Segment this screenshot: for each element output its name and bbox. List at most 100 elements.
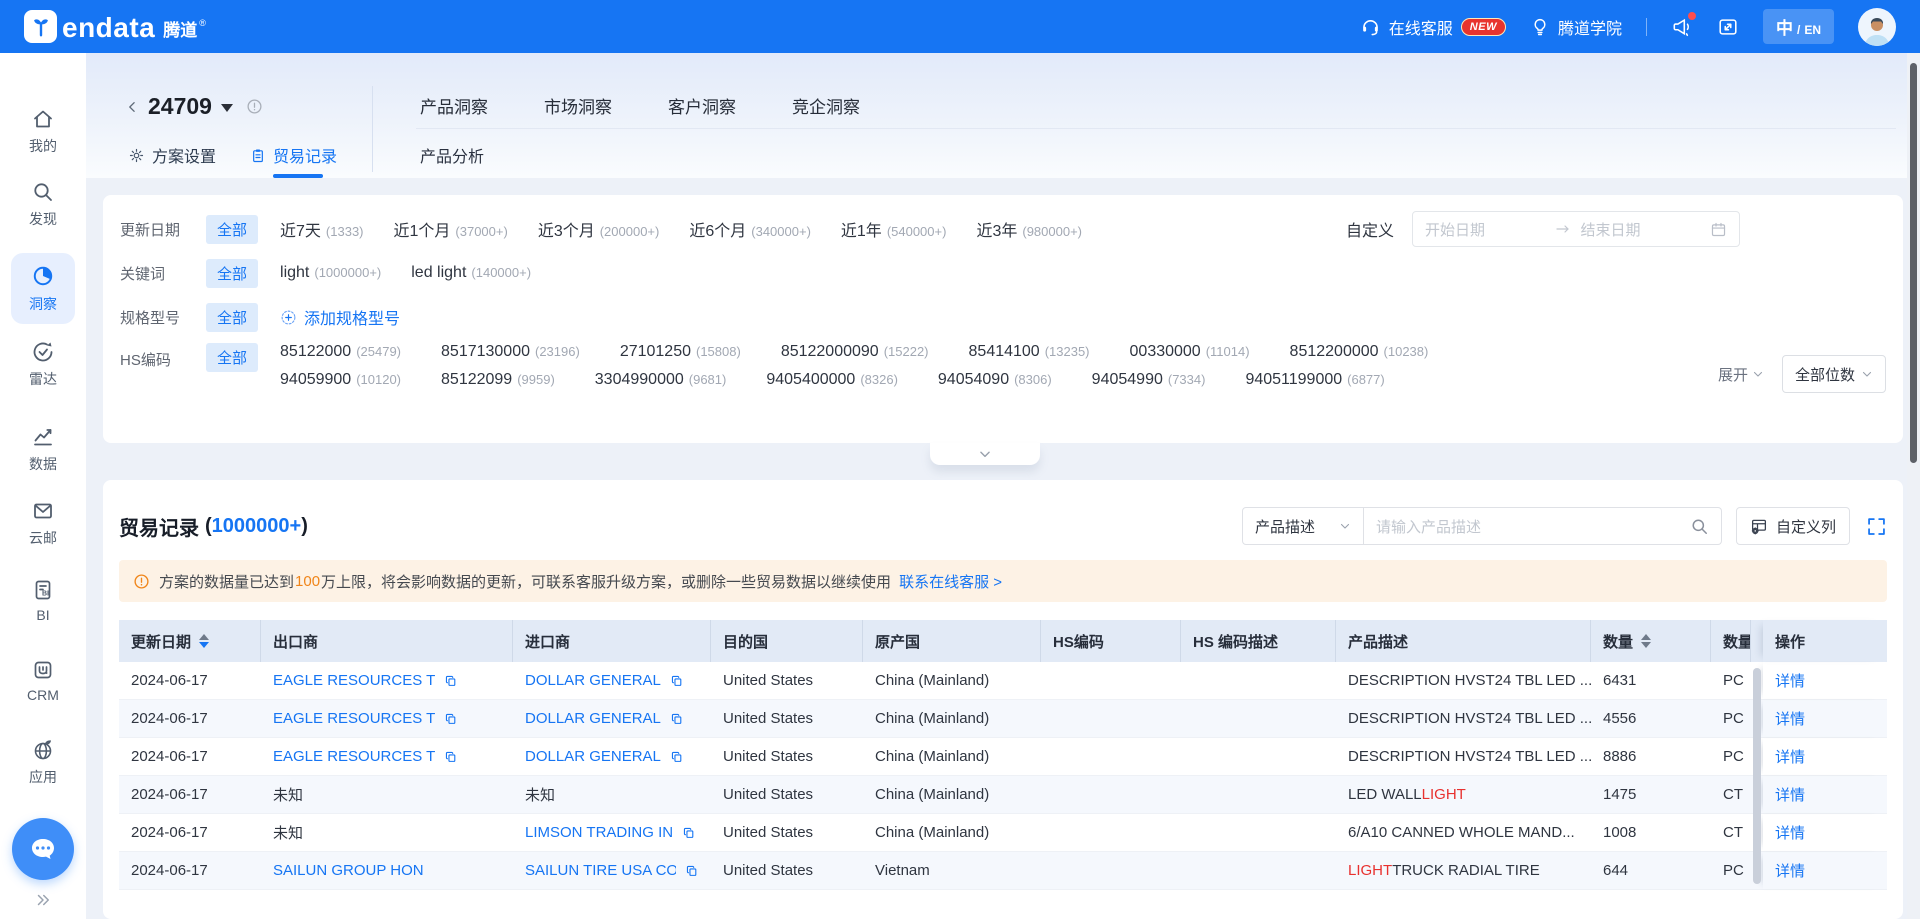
sidebar-item-mail[interactable]: 云邮	[10, 499, 76, 548]
academy-menu[interactable]: 腾道学院	[1530, 15, 1622, 39]
importer-link[interactable]: SAILUN TIRE USA CO	[525, 862, 676, 879]
date-filter-option[interactable]: 近6个月(340000+)	[689, 217, 811, 241]
copy-icon[interactable]	[670, 712, 684, 726]
importer-link[interactable]: DOLLAR GENERAL	[525, 672, 661, 689]
search-input[interactable]: 请输入产品描述	[1364, 507, 1722, 545]
copy-icon[interactable]	[685, 864, 699, 878]
hs-code-option[interactable]: 94059900(10120)	[280, 371, 401, 389]
tab-product-analysis[interactable]: 产品分析	[420, 143, 484, 167]
plan-info-icon[interactable]	[246, 98, 263, 115]
column-header[interactable]: 数量	[1591, 620, 1711, 662]
hs-code-option[interactable]: 9405400000(8326)	[766, 371, 898, 389]
hs-code-option[interactable]: 3304990000(9681)	[595, 371, 727, 389]
sidebar-item-mine[interactable]: 我的	[10, 107, 76, 156]
keyword-filter-option[interactable]: led light(140000+)	[411, 264, 531, 282]
detail-link[interactable]: 详情	[1775, 746, 1805, 767]
add-spec-button[interactable]: 添加规格型号	[280, 305, 400, 329]
sort-toggle[interactable]	[199, 634, 209, 648]
announcements-button[interactable]	[1671, 16, 1693, 38]
date-range-input[interactable]: 开始日期 结束日期	[1412, 211, 1740, 247]
cell-hs-code-description	[1181, 700, 1336, 737]
hs-code-option[interactable]: 85414100(13235)	[969, 343, 1090, 361]
filter-all-chip[interactable]: 全部	[206, 343, 258, 372]
sidebar-item-discover[interactable]: 发现	[10, 180, 76, 229]
detail-link[interactable]: 详情	[1775, 860, 1805, 881]
sidebar-item-data[interactable]: 数据	[10, 425, 76, 474]
online-service-menu[interactable]: 在线客服 NEW	[1360, 15, 1506, 39]
table-header-row: 更新日期出口商进口商目的国原产国HS编码HS 编码描述产品描述数量数量单位操作	[119, 620, 1887, 662]
hs-code-option[interactable]: 94054090(8306)	[938, 371, 1052, 389]
tab-customer-insight[interactable]: 客户洞察	[668, 93, 736, 118]
hs-digits-select[interactable]: 全部位数	[1782, 355, 1886, 393]
cell-origin-country: China (Mainland)	[863, 814, 1041, 851]
customer-chat-button[interactable]	[12, 818, 74, 880]
copy-icon[interactable]	[444, 712, 458, 726]
exporter-link[interactable]: EAGLE RESOURCES T	[273, 672, 435, 689]
hs-code-option[interactable]: 85122099(9959)	[441, 371, 555, 389]
detail-link[interactable]: 详情	[1775, 670, 1805, 691]
date-filter-option[interactable]: 近3个月(200000+)	[538, 217, 660, 241]
hs-code-option[interactable]: 8517130000(23196)	[441, 343, 580, 361]
date-filter-option[interactable]: 近3年(980000+)	[976, 217, 1082, 241]
fullscreen-table-button[interactable]	[1866, 516, 1887, 537]
exporter-link[interactable]: EAGLE RESOURCES T	[273, 710, 435, 727]
tab-market-insight[interactable]: 市场洞察	[544, 93, 612, 118]
importer-link[interactable]: DOLLAR GENERAL	[525, 748, 661, 765]
copy-icon[interactable]	[444, 674, 458, 688]
tendata-logo[interactable]: endata 腾道 ®	[24, 10, 206, 43]
importer-link[interactable]: DOLLAR GENERAL	[525, 710, 661, 727]
search-field-select[interactable]: 产品描述	[1242, 507, 1364, 545]
hs-code-option[interactable]: 85122000(25479)	[280, 343, 401, 361]
detail-link[interactable]: 详情	[1775, 784, 1805, 805]
date-filter-option[interactable]: 近1个月(37000+)	[394, 217, 508, 241]
filter-all-chip[interactable]: 全部	[206, 259, 258, 288]
date-filter-option[interactable]: 近1年(540000+)	[841, 217, 947, 241]
page-scrollbar-thumb[interactable]	[1910, 63, 1917, 463]
collapse-filters-handle[interactable]	[930, 443, 1040, 465]
table-row: 2024-06-17SAILUN GROUP HONSAILUN TIRE US…	[119, 852, 1887, 890]
column-header[interactable]: 更新日期	[119, 620, 261, 662]
hs-code-option[interactable]: 27101250(15808)	[620, 343, 741, 361]
detail-link[interactable]: 详情	[1775, 822, 1805, 843]
app-header: endata 腾道 ® 在线客服 NEW	[0, 0, 1920, 53]
tab-product-insight[interactable]: 产品洞察	[420, 93, 488, 118]
sidebar-item-bi[interactable]: BI BI	[10, 578, 76, 623]
hs-code-option[interactable]: 8512200000(10238)	[1290, 343, 1429, 361]
copy-icon[interactable]	[670, 674, 684, 688]
importer-link[interactable]: LIMSON TRADING IN	[525, 824, 673, 841]
plan-dropdown-caret[interactable]	[221, 104, 233, 112]
language-toggle[interactable]: 中 / EN	[1763, 9, 1834, 44]
keyword-filter-option[interactable]: light(1000000+)	[280, 264, 381, 282]
date-filter-option[interactable]: 近7天(1333)	[280, 217, 363, 241]
hs-code-option[interactable]: 85122000090(15222)	[781, 343, 929, 361]
sidebar-item-insight[interactable]: 洞察	[11, 253, 75, 324]
copy-icon[interactable]	[670, 750, 684, 764]
tab-competitor-insight[interactable]: 竞企洞察	[792, 93, 860, 118]
plan-settings-tab[interactable]: 方案设置	[128, 143, 216, 167]
copy-icon[interactable]	[444, 750, 458, 764]
filter-all-chip[interactable]: 全部	[206, 215, 258, 244]
back-button[interactable]	[126, 97, 139, 117]
hs-code-option[interactable]: 00330000(11014)	[1130, 343, 1250, 361]
sidebar-collapse-button[interactable]	[33, 891, 53, 909]
user-avatar[interactable]	[1858, 8, 1896, 46]
custom-date-label[interactable]: 自定义	[1346, 217, 1394, 241]
hs-code-option[interactable]: 94054990(7334)	[1092, 371, 1206, 389]
hs-code-option[interactable]: 94051199000(6877)	[1245, 371, 1384, 389]
table-scrollbar-thumb[interactable]	[1753, 668, 1761, 884]
sidebar-item-radar[interactable]: 雷达	[10, 340, 76, 389]
sort-toggle[interactable]	[1641, 634, 1651, 648]
trade-records-tab[interactable]: 贸易记录	[250, 143, 337, 167]
exporter-link[interactable]: SAILUN GROUP HON	[273, 862, 424, 879]
custom-columns-button[interactable]: 自定义列	[1736, 507, 1850, 545]
filter-all-chip[interactable]: 全部	[206, 303, 258, 332]
exporter-link[interactable]: EAGLE RESOURCES T	[273, 748, 435, 765]
contact-service-link[interactable]: 联系在线客服 >	[899, 571, 1002, 592]
detail-link[interactable]: 详情	[1775, 708, 1805, 729]
workspace-switch-button[interactable]	[1717, 16, 1739, 38]
sidebar-item-apps[interactable]: 应用	[10, 738, 76, 787]
sidebar-item-crm[interactable]: CRM	[10, 658, 76, 703]
copy-icon[interactable]	[682, 826, 696, 840]
page-scrollbar-track[interactable]	[1907, 53, 1920, 919]
expand-toggle[interactable]: 展开	[1718, 364, 1764, 385]
